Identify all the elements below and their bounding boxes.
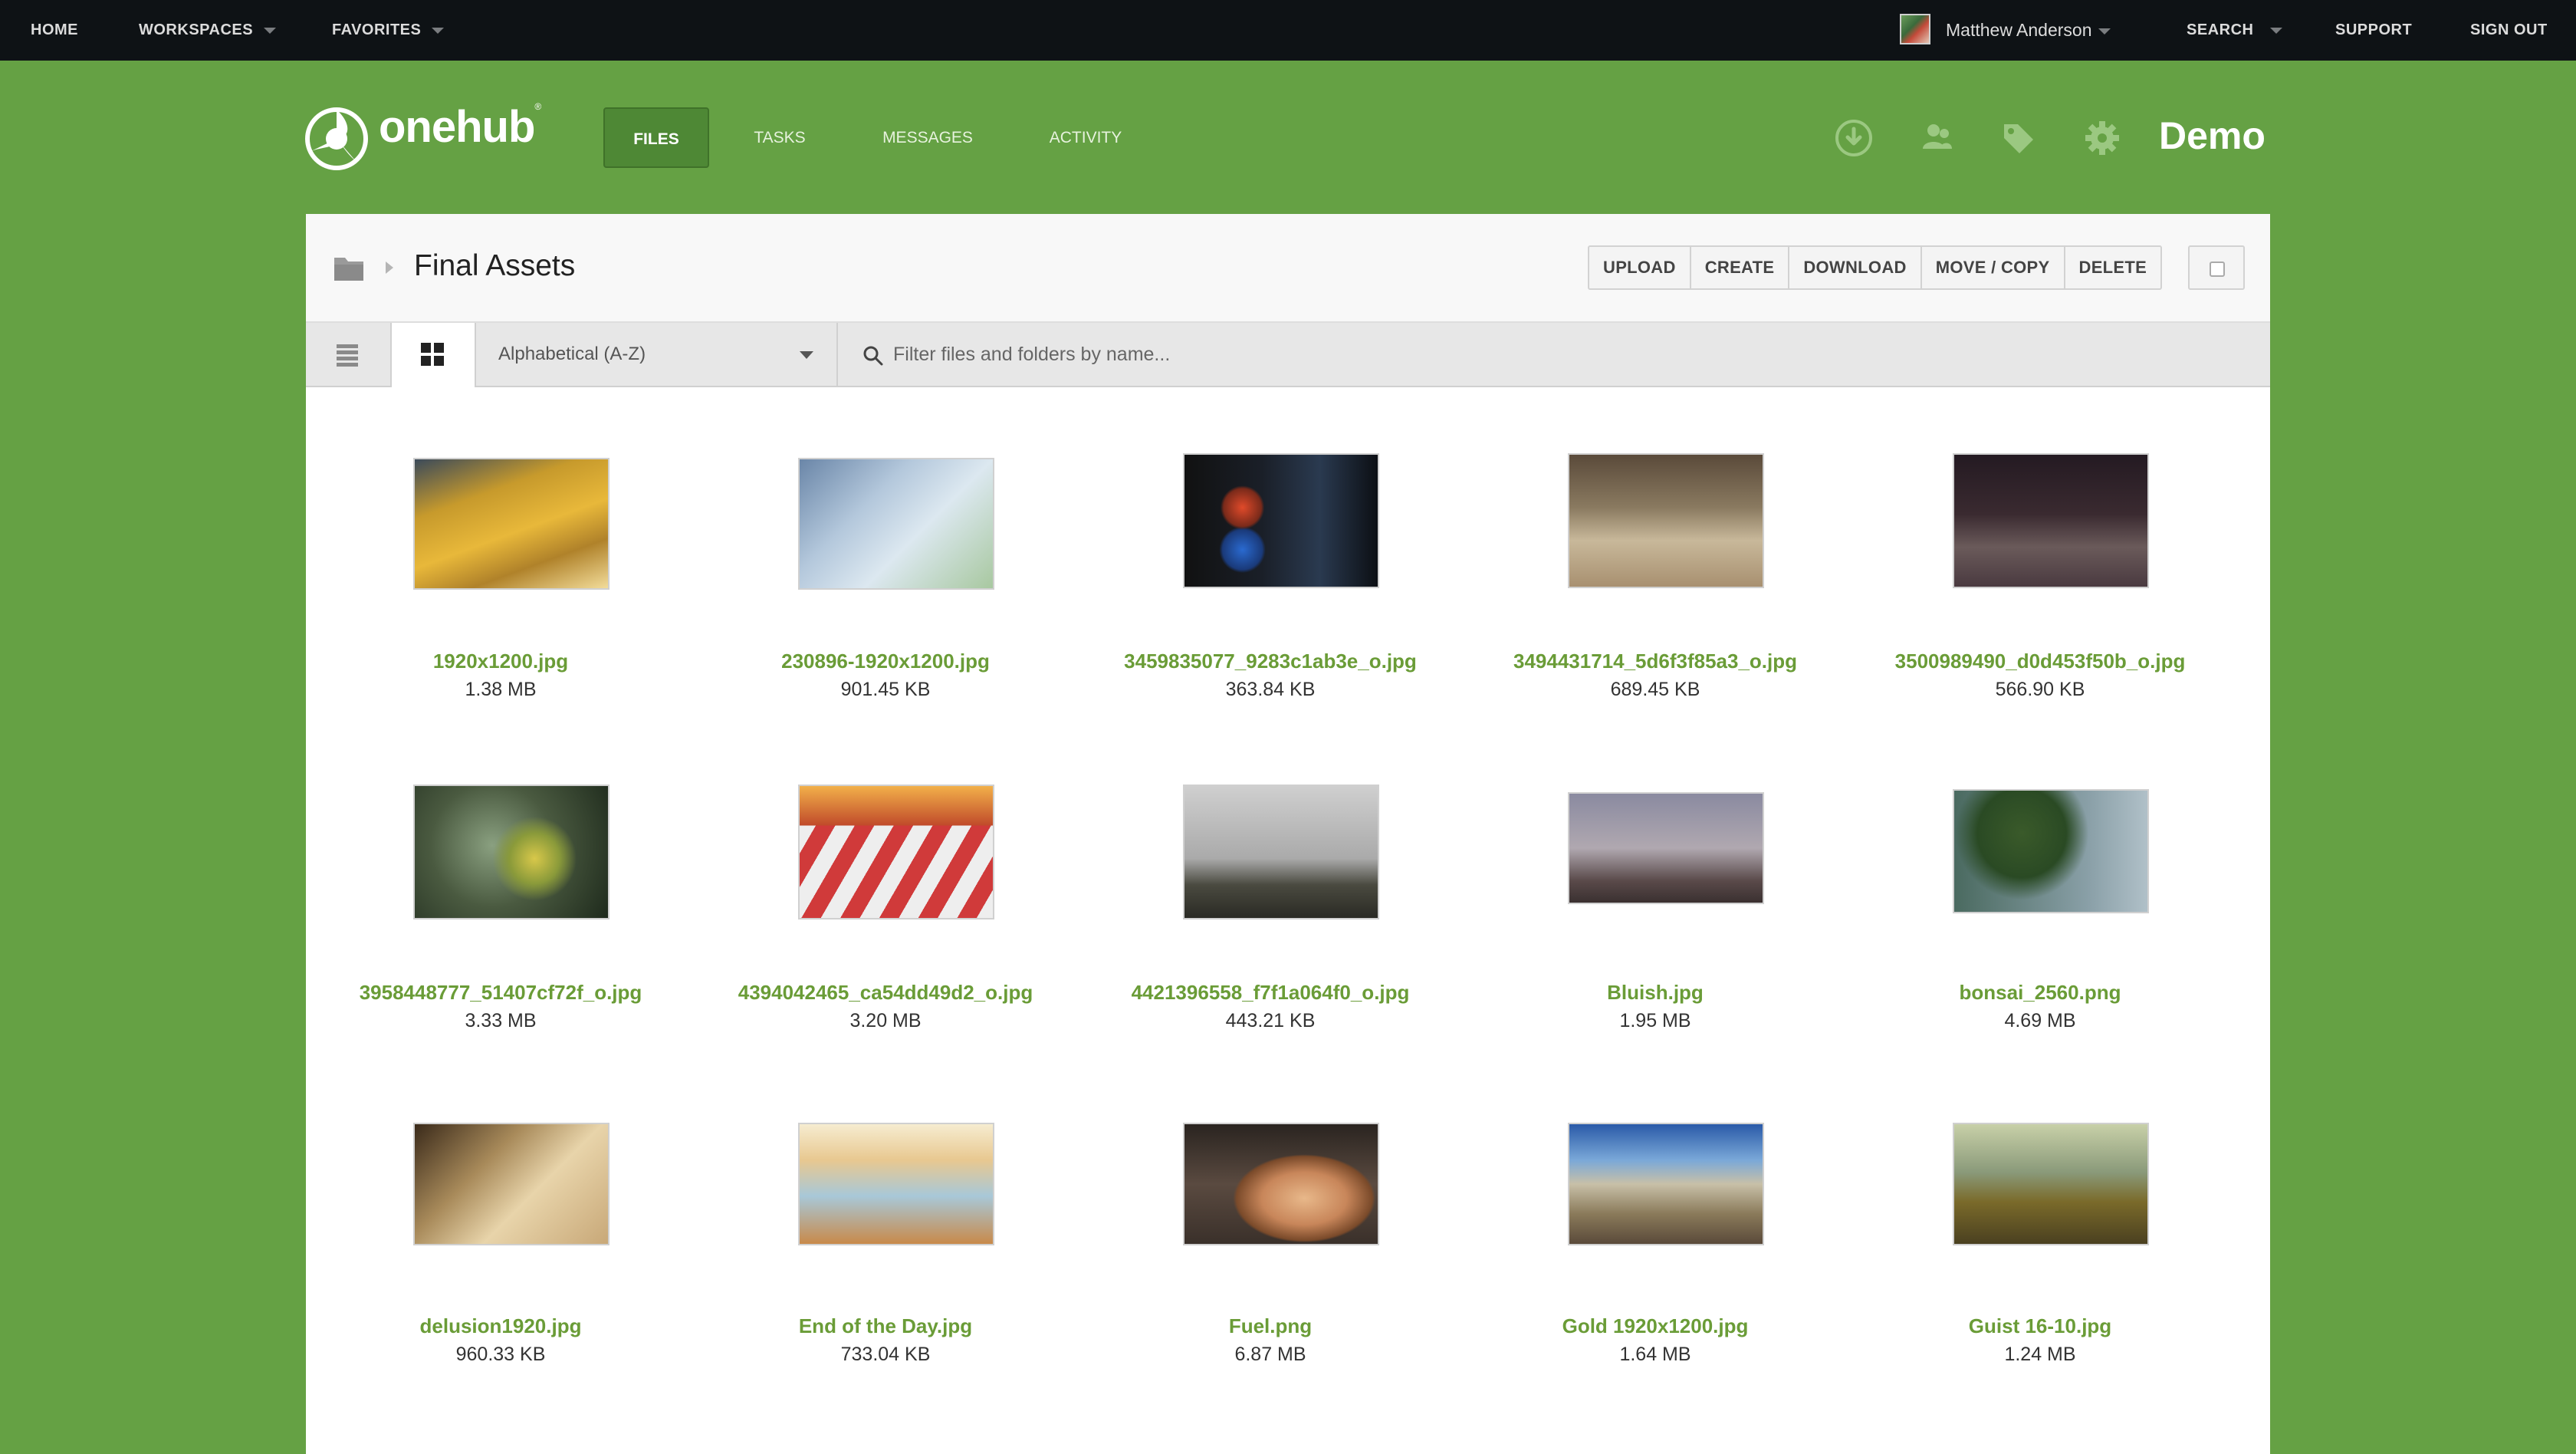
- file-size: 1.24 MB: [2004, 1344, 2076, 1365]
- workspaces-label: WORKSPACES: [139, 21, 254, 38]
- list-view-icon: [337, 344, 358, 367]
- file-name[interactable]: 4421396558_f7f1a064f0_o.jpg: [1078, 981, 1463, 1005]
- download-icon[interactable]: [1834, 118, 1874, 158]
- chevron-down-icon: [800, 351, 813, 359]
- workspaces-menu[interactable]: WORKSPACES: [139, 0, 277, 61]
- file-size: 1.64 MB: [1619, 1344, 1691, 1365]
- favorites-label: FAVORITES: [332, 21, 422, 38]
- chevron-down-icon: [264, 27, 277, 34]
- avatar[interactable]: [1900, 14, 1930, 44]
- breadcrumb-separator-icon: [386, 262, 393, 274]
- sort-value: Alphabetical (A-Z): [498, 344, 646, 364]
- file-size: 363.84 KB: [1225, 679, 1316, 700]
- file-size: 960.33 KB: [455, 1344, 546, 1365]
- delete-button[interactable]: DELETE: [2065, 247, 2161, 288]
- files-panel: Final Assets UPLOAD CREATE DOWNLOAD MOVE…: [306, 214, 2270, 1454]
- select-all-checkbox[interactable]: [2210, 262, 2225, 277]
- filter-input[interactable]: [893, 335, 2242, 373]
- file-thumbnail[interactable]: [413, 1123, 610, 1245]
- support-link[interactable]: SUPPORT: [2335, 0, 2412, 61]
- file-size: 733.04 KB: [840, 1344, 931, 1365]
- workspace-name[interactable]: Demo: [2159, 113, 2266, 158]
- chevron-down-icon: [432, 27, 445, 34]
- file-name[interactable]: 230896-1920x1200.jpg: [693, 650, 1078, 673]
- view-toolbar: Alphabetical (A-Z): [306, 323, 2270, 387]
- file-name[interactable]: 3958448777_51407cf72f_o.jpg: [308, 981, 693, 1005]
- tab-messages[interactable]: MESSAGES: [869, 107, 986, 168]
- tab-activity[interactable]: ACTIVITY: [1032, 107, 1139, 168]
- file-thumbnail[interactable]: [1568, 453, 1764, 588]
- file-name[interactable]: Guist 16-10.jpg: [1848, 1314, 2233, 1338]
- file-size: 443.21 KB: [1225, 1010, 1316, 1031]
- file-thumbnail[interactable]: [1183, 1123, 1379, 1245]
- file-thumbnail[interactable]: [1568, 792, 1764, 904]
- file-thumbnail[interactable]: [1568, 1123, 1764, 1245]
- folder-header: Final Assets UPLOAD CREATE DOWNLOAD MOVE…: [306, 214, 2270, 323]
- page-title: Final Assets: [414, 249, 576, 282]
- file-name[interactable]: delusion1920.jpg: [308, 1314, 693, 1338]
- tab-tasks[interactable]: TASKS: [736, 107, 823, 168]
- sort-select[interactable]: Alphabetical (A-Z): [475, 323, 838, 386]
- file-size: 566.90 KB: [1995, 679, 2085, 700]
- tag-icon[interactable]: [1998, 118, 2038, 158]
- download-button[interactable]: DOWNLOAD: [1789, 247, 1922, 288]
- file-thumbnail[interactable]: [798, 458, 994, 590]
- file-size: 3.33 MB: [465, 1010, 537, 1031]
- file-thumbnail[interactable]: [798, 1123, 994, 1245]
- file-name[interactable]: 3494431714_5d6f3f85a3_o.jpg: [1463, 650, 1848, 673]
- file-thumbnail[interactable]: [1953, 453, 2149, 588]
- file-name[interactable]: 3459835077_9283c1ab3e_o.jpg: [1078, 650, 1463, 673]
- chevron-down-icon: [2270, 27, 2283, 34]
- file-size: 6.87 MB: [1234, 1344, 1306, 1365]
- file-thumbnail[interactable]: [413, 458, 610, 590]
- members-icon[interactable]: [1917, 118, 1957, 158]
- file-size: 3.20 MB: [849, 1010, 922, 1031]
- onehub-logo-icon[interactable]: [305, 107, 368, 170]
- list-view-button[interactable]: [306, 323, 389, 386]
- file-thumbnail[interactable]: [413, 785, 610, 919]
- gear-icon[interactable]: [2082, 118, 2122, 158]
- create-button[interactable]: CREATE: [1691, 247, 1790, 288]
- file-name[interactable]: 1920x1200.jpg: [308, 650, 693, 673]
- file-actions: UPLOAD CREATE DOWNLOAD MOVE / COPY DELET…: [1588, 245, 2163, 290]
- file-thumbnail[interactable]: [1183, 453, 1379, 588]
- file-thumbnail[interactable]: [798, 785, 994, 919]
- file-size: 689.45 KB: [1610, 679, 1700, 700]
- file-name[interactable]: bonsai_2560.png: [1848, 981, 2233, 1005]
- upload-button[interactable]: UPLOAD: [1589, 247, 1691, 288]
- file-size: 1.38 MB: [465, 679, 537, 700]
- search-icon: [863, 346, 883, 366]
- logo-wordmark: onehub: [379, 102, 535, 152]
- file-name[interactable]: 3500989490_d0d453f50b_o.jpg: [1848, 650, 2233, 673]
- sign-out-link[interactable]: SIGN OUT: [2470, 0, 2548, 61]
- file-name[interactable]: End of the Day.jpg: [693, 1314, 1078, 1338]
- top-bar: HOME WORKSPACES FAVORITES Matthew Anders…: [0, 0, 2576, 61]
- search-menu[interactable]: SEARCH: [2187, 0, 2283, 61]
- search-label: SEARCH: [2187, 21, 2254, 38]
- file-size: 901.45 KB: [840, 679, 931, 700]
- favorites-menu[interactable]: FAVORITES: [332, 0, 445, 61]
- onehub-logo-text[interactable]: onehub®: [379, 101, 541, 153]
- grid-view-button[interactable]: [390, 323, 476, 387]
- file-name[interactable]: 4394042465_ca54dd49d2_o.jpg: [693, 981, 1078, 1005]
- move-copy-button[interactable]: MOVE / COPY: [1922, 247, 2065, 288]
- file-name[interactable]: Fuel.png: [1078, 1314, 1463, 1338]
- user-menu[interactable]: Matthew Anderson: [1946, 0, 2111, 61]
- file-size: 4.69 MB: [2004, 1010, 2076, 1031]
- trademark: ®: [534, 101, 541, 112]
- select-all-button[interactable]: [2188, 245, 2245, 290]
- tab-files[interactable]: FILES: [603, 107, 709, 168]
- home-link[interactable]: HOME: [31, 0, 78, 61]
- folder-icon[interactable]: [333, 253, 365, 282]
- file-name[interactable]: Bluish.jpg: [1463, 981, 1848, 1005]
- chevron-down-icon: [2098, 28, 2111, 35]
- file-thumbnail[interactable]: [1953, 789, 2149, 913]
- grid-view-icon: [421, 343, 444, 366]
- file-thumbnail[interactable]: [1183, 785, 1379, 919]
- user-name: Matthew Anderson: [1946, 20, 2092, 40]
- file-thumbnail[interactable]: [1953, 1123, 2149, 1245]
- file-size: 1.95 MB: [1619, 1010, 1691, 1031]
- file-name[interactable]: Gold 1920x1200.jpg: [1463, 1314, 1848, 1338]
